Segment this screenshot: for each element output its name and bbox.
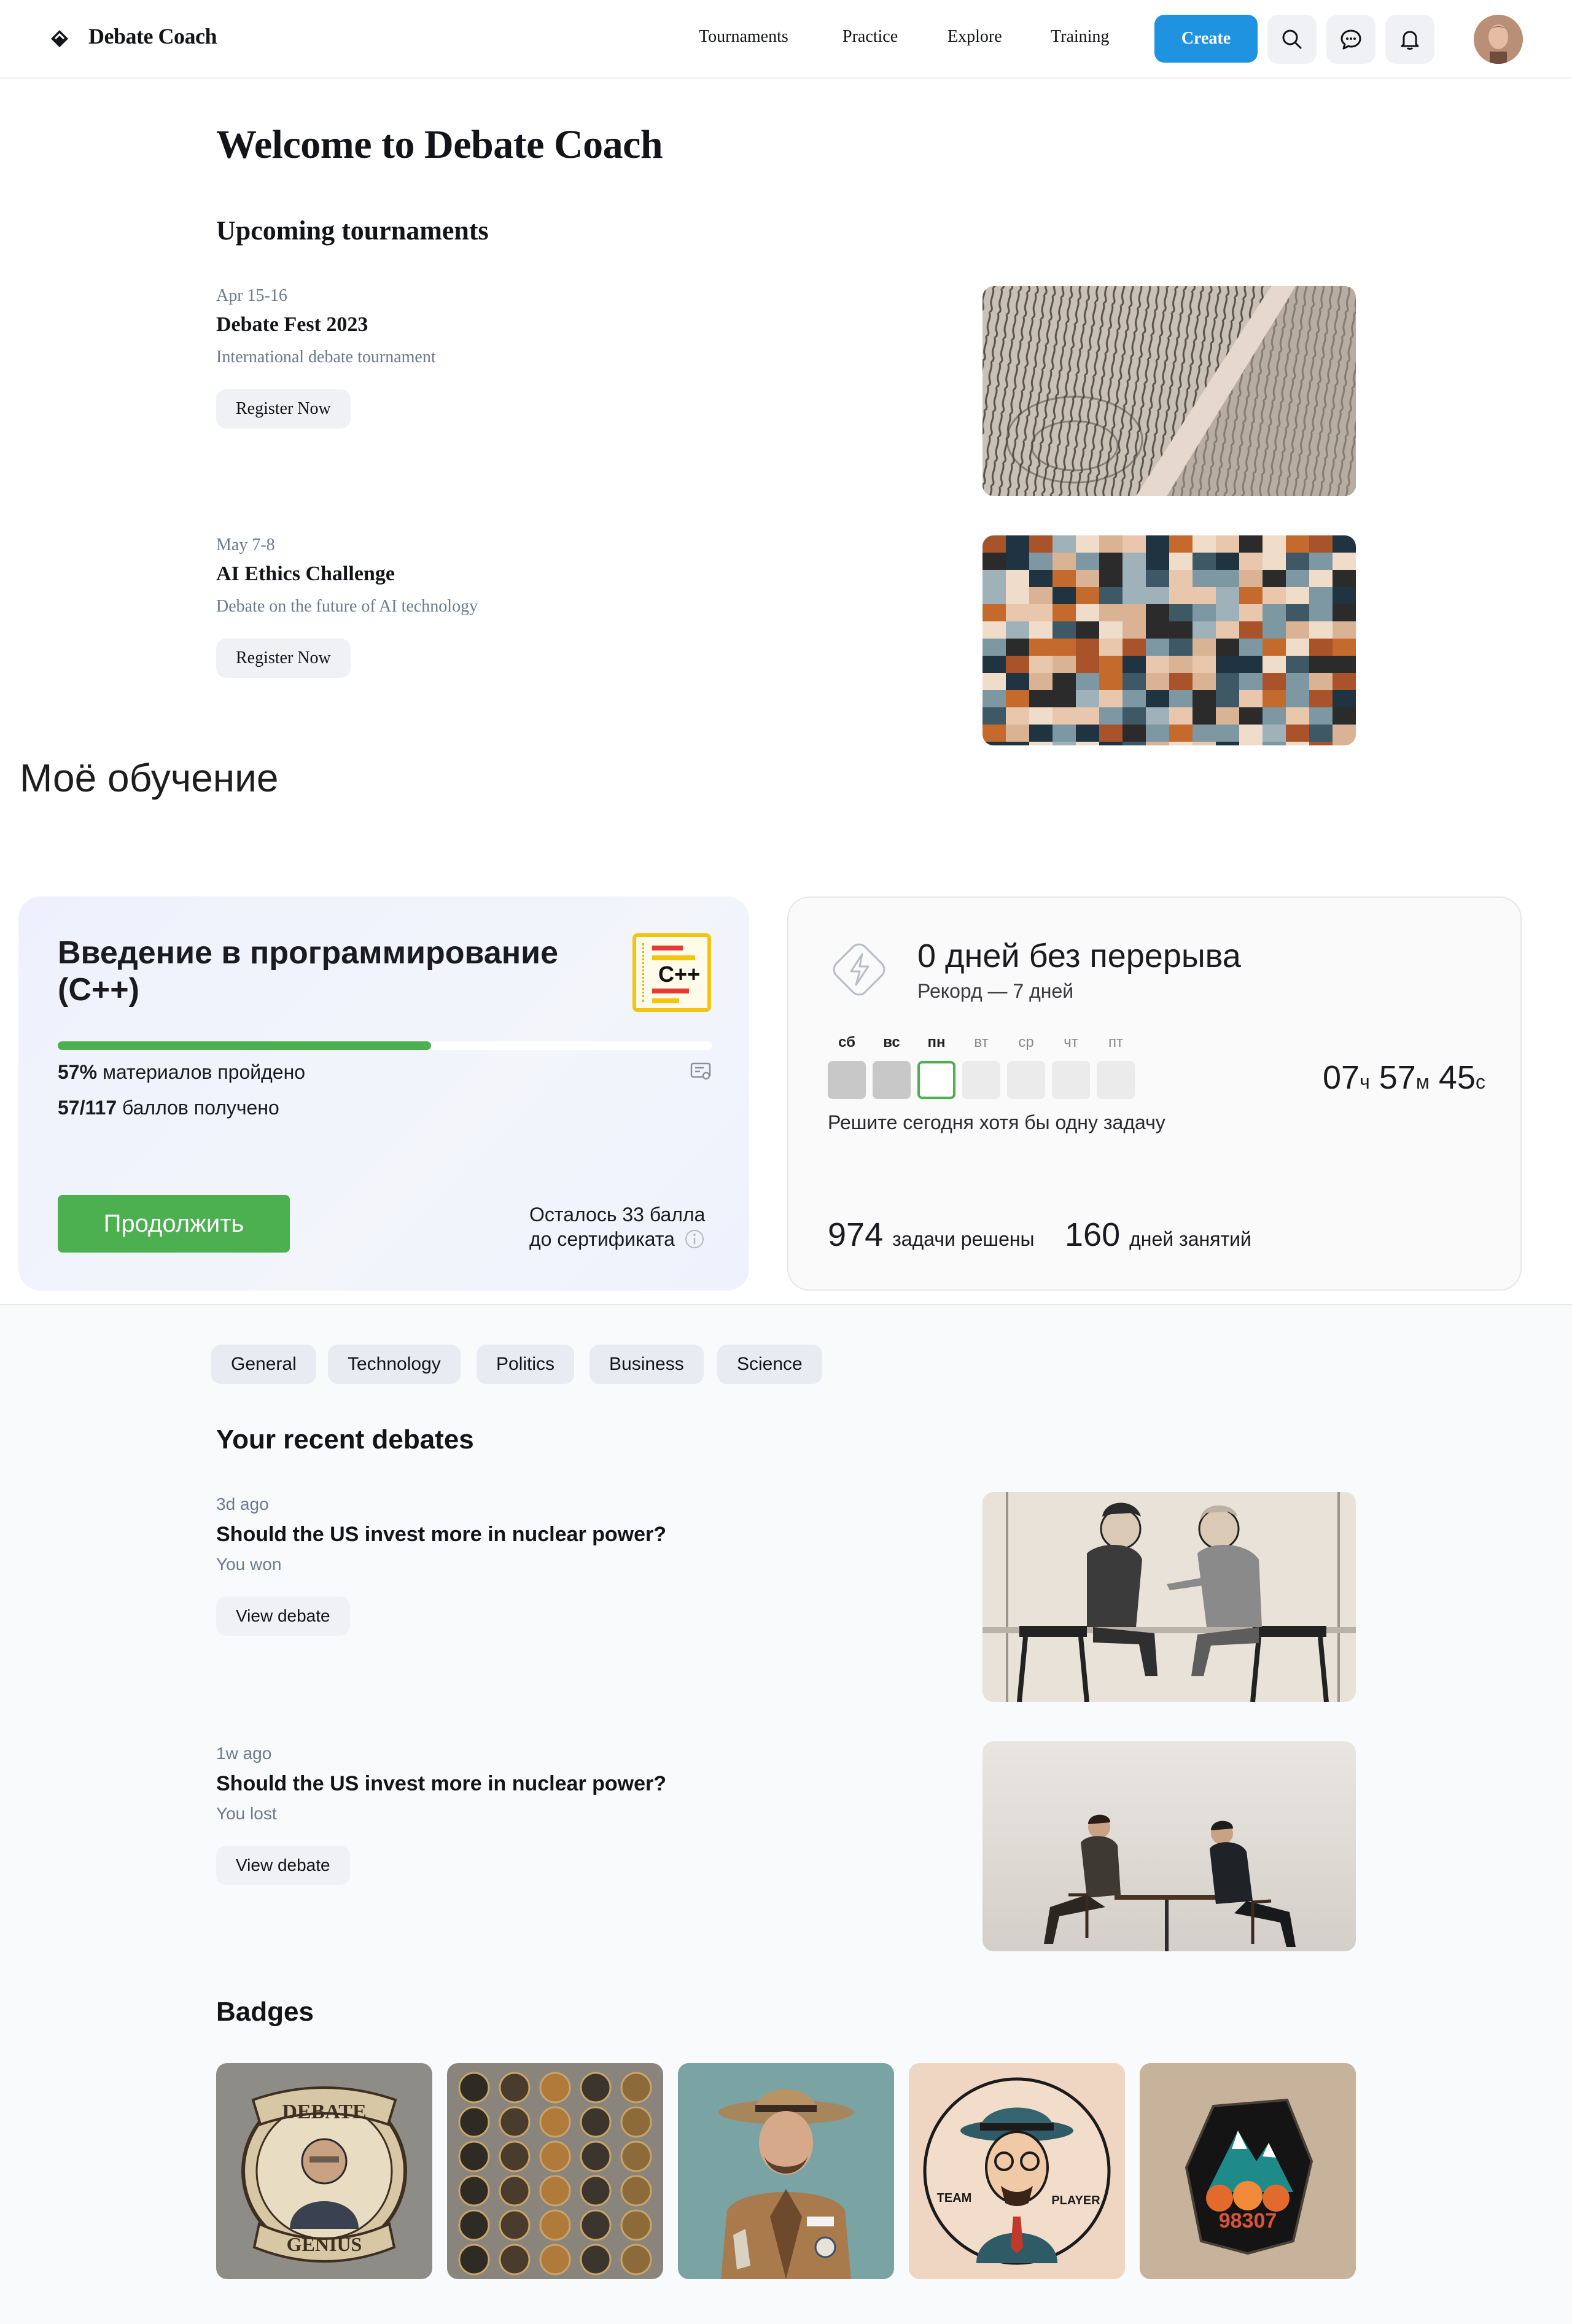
- day-cell: [1007, 1061, 1045, 1099]
- nav-explore[interactable]: Explore: [947, 27, 1002, 47]
- day-label: чт: [1064, 1034, 1078, 1051]
- category-chip[interactable]: Science: [717, 1345, 822, 1384]
- view-debate-button[interactable]: View debate: [216, 1596, 350, 1636]
- bell-icon: [1401, 31, 1419, 50]
- debate-title[interactable]: Should the US invest more in nuclear pow…: [216, 1523, 666, 1547]
- course-progress-fill: [58, 1041, 431, 1050]
- day-cell-today: [917, 1061, 955, 1099]
- tournament-subtitle: Debate on the future of AI technology: [216, 597, 478, 616]
- create-button[interactable]: Create: [1154, 15, 1258, 63]
- day-label: ср: [1018, 1034, 1034, 1051]
- learning-heading: Моё обучение: [20, 756, 279, 800]
- team-player-badge[interactable]: TEAM PLAYER: [909, 2063, 1125, 2279]
- tournament-subtitle: International debate tournament: [216, 348, 436, 367]
- category-chip[interactable]: Technology: [328, 1345, 461, 1384]
- nav-training[interactable]: Training: [1051, 27, 1109, 47]
- messages-button[interactable]: [1326, 15, 1376, 64]
- day-label: сб: [838, 1034, 855, 1051]
- debate-genius-badge[interactable]: DEBATE GENIUS: [216, 2063, 432, 2279]
- day-cell: [962, 1061, 1000, 1099]
- badge-number-text: 98307: [1219, 2209, 1277, 2233]
- cpp-label: C++: [658, 962, 701, 987]
- tournament-image[interactable]: [982, 286, 1356, 496]
- tournament-title[interactable]: Debate Fest 2023: [216, 313, 368, 336]
- streak-card: 0 дней без перерыва Рекорд — 7 дней сб в…: [787, 896, 1522, 1291]
- course-progress-bar: [58, 1041, 712, 1050]
- notifications-button[interactable]: [1385, 15, 1434, 64]
- remaining-points: Осталось 33 балла до сертификата: [529, 1203, 706, 1250]
- tournaments-heading: Upcoming tournaments: [216, 216, 489, 246]
- debate-result: You lost: [216, 1804, 277, 1823]
- tournament-date: May 7-8: [216, 535, 275, 554]
- tournament-image[interactable]: [982, 535, 1356, 745]
- badge-bottom-text: GENIUS: [287, 2233, 362, 2255]
- materials-progress: 57% материалов пройдено: [58, 1061, 306, 1083]
- day-cell: [1052, 1061, 1090, 1099]
- debate-time: 1w ago: [216, 1744, 272, 1763]
- debate-image[interactable]: [982, 1741, 1356, 1951]
- streak-hint: Решите сегодня хотя бы одну задачу: [828, 1111, 1165, 1133]
- course-title[interactable]: Введение в программирование (С++): [58, 935, 598, 1008]
- tournament-date: Apr 15-16: [216, 286, 287, 305]
- tournament-title[interactable]: AI Ethics Challenge: [216, 562, 395, 586]
- ranger-badge[interactable]: [678, 2063, 894, 2279]
- view-debate-button[interactable]: View debate: [216, 1846, 350, 1885]
- countdown-timer: 07ч 57м 45с: [1323, 1059, 1485, 1096]
- badges-heading: Badges: [216, 1997, 314, 2027]
- category-chip[interactable]: Politics: [477, 1345, 575, 1384]
- day-label: вт: [974, 1034, 989, 1051]
- streak-record: Рекорд — 7 дней: [917, 980, 1074, 1002]
- badge-left-text: TEAM: [937, 2191, 972, 2205]
- day-label: пт: [1108, 1034, 1123, 1051]
- debate-title[interactable]: Should the US invest more in nuclear pow…: [216, 1772, 666, 1796]
- points-progress: 57/117 баллов получено: [58, 1097, 279, 1119]
- continue-button[interactable]: Продолжить: [58, 1195, 290, 1253]
- debate-image[interactable]: [982, 1492, 1356, 1702]
- day-cell: [873, 1061, 911, 1099]
- study-days-count: 160 дней занятий: [1065, 1216, 1251, 1253]
- badge-top-text: DEBATE: [282, 2101, 366, 2123]
- register-now-button[interactable]: Register Now: [216, 639, 351, 678]
- logo-icon[interactable]: [49, 28, 70, 49]
- day-label: пн: [927, 1034, 946, 1051]
- top-nav-bar: Debate Coach Tournaments Practice Explor…: [0, 0, 1572, 79]
- debate-time: 3d ago: [216, 1494, 269, 1514]
- page-title: Welcome to Debate Coach: [216, 122, 663, 167]
- course-card: Введение в программирование (С++) C++ 57…: [18, 896, 749, 1291]
- user-avatar[interactable]: [1474, 15, 1523, 64]
- search-button[interactable]: [1267, 15, 1317, 64]
- info-icon[interactable]: [684, 1229, 705, 1249]
- search-icon: [1282, 29, 1302, 49]
- app-name[interactable]: Debate Coach: [88, 23, 217, 49]
- coin-collection-badge[interactable]: [447, 2063, 663, 2279]
- nav-practice[interactable]: Practice: [842, 27, 898, 47]
- badge-right-text: PLAYER: [1051, 2194, 1100, 2207]
- nav-tournaments[interactable]: Tournaments: [699, 27, 788, 47]
- streak-title: 0 дней без перерыва: [917, 938, 1241, 974]
- category-chip[interactable]: Business: [590, 1345, 704, 1384]
- day-cell: [828, 1061, 866, 1099]
- mountain-patch-badge[interactable]: 98307: [1140, 2063, 1356, 2279]
- cpp-course-icon: C++: [632, 933, 711, 1012]
- certificate-icon[interactable]: [690, 1062, 712, 1082]
- day-cell: [1097, 1061, 1135, 1099]
- debate-result: You won: [216, 1555, 282, 1574]
- debates-heading: Your recent debates: [216, 1424, 474, 1455]
- chat-icon: [1340, 29, 1361, 50]
- solved-count: 974 задачи решены: [828, 1216, 1035, 1253]
- category-chip[interactable]: General: [211, 1345, 316, 1384]
- register-now-button[interactable]: Register Now: [216, 389, 351, 429]
- lightning-icon: [833, 943, 885, 996]
- day-label: вс: [883, 1034, 900, 1051]
